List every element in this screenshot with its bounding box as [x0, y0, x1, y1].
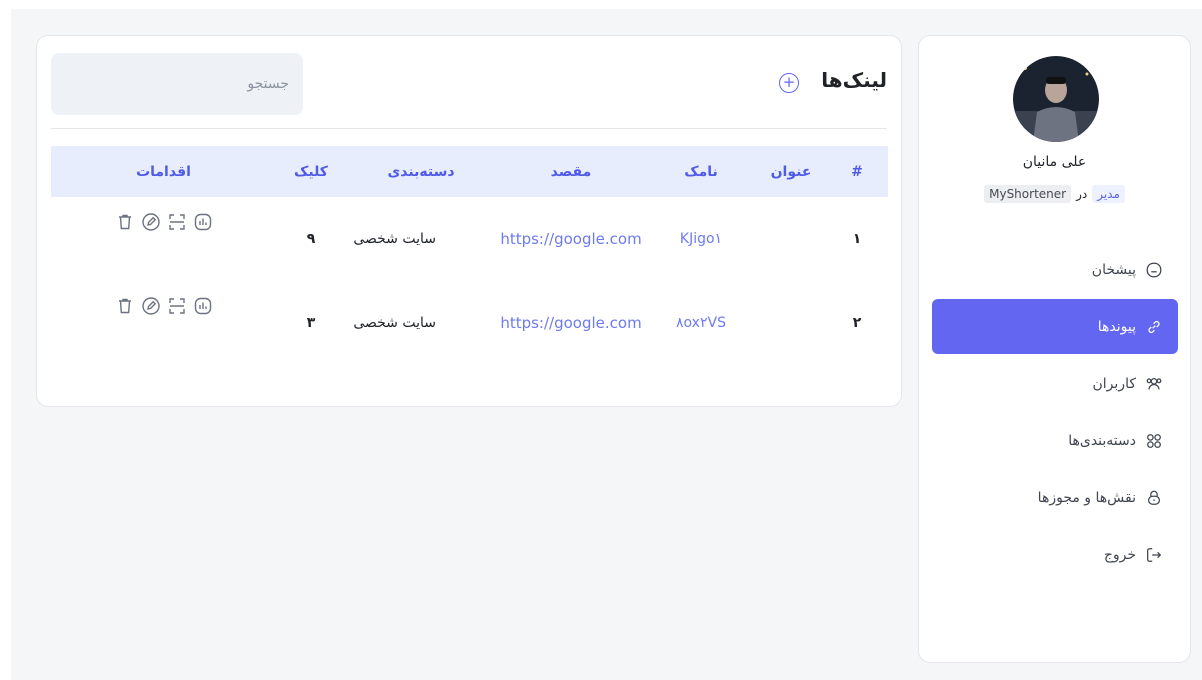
- role-badge: مدیر: [1092, 185, 1125, 203]
- avatar[interactable]: [1013, 56, 1099, 142]
- row-actions: [51, 281, 276, 365]
- logout-icon: [1144, 545, 1164, 565]
- table-header-row: # عنوان نامک مقصد دسته‌بندی کلیک اقدامات: [51, 146, 888, 197]
- col-header-category: دسته‌بندی: [387, 163, 455, 180]
- sidebar-item-links[interactable]: پیوندها: [932, 299, 1178, 354]
- home-icon: [1144, 260, 1164, 280]
- sidebar-item-roles[interactable]: نقش‌ها و مجوزها: [932, 470, 1178, 525]
- organization-badge: MyShortener: [984, 185, 1072, 203]
- links-card: + لینک‌ها # عنوان نامک مقصد دسته‌بندی کل…: [36, 35, 902, 407]
- row-clicks: ۹: [306, 231, 316, 247]
- sidebar-item-label: نقش‌ها و مجوزها: [1037, 489, 1136, 506]
- row-clicks: ۳: [306, 315, 316, 331]
- table-row: ۲ ۸ox۲VS https://google.com سایت شخصی ۳: [51, 281, 888, 365]
- row-destination[interactable]: https://google.com: [496, 197, 646, 281]
- sidebar-item-label: پیشخان: [1091, 261, 1136, 278]
- table-row: ۱ KJigo۱ https://google.com سایت شخصی ۹: [51, 197, 888, 281]
- edit-icon[interactable]: [140, 211, 162, 233]
- row-actions: [51, 197, 276, 281]
- user-name: علی مانیان: [1022, 154, 1087, 170]
- row-slug[interactable]: KJigo۱: [646, 197, 756, 281]
- col-header-number: #: [851, 163, 863, 180]
- search-input[interactable]: [51, 53, 303, 115]
- sidebar: علی مانیان مدیر در MyShortener پیشخان پی…: [918, 35, 1191, 663]
- sidebar-item-label: کاربران: [1092, 375, 1136, 392]
- row-title: [756, 197, 826, 281]
- lock-icon: [1144, 488, 1164, 508]
- page-title: لینک‌ها: [821, 68, 887, 92]
- delete-icon[interactable]: [114, 211, 136, 233]
- row-destination[interactable]: https://google.com: [496, 281, 646, 365]
- sidebar-item-categories[interactable]: دسته‌بندی‌ها: [932, 413, 1178, 468]
- edit-icon[interactable]: [140, 295, 162, 317]
- col-header-clicks: کلیک: [294, 163, 328, 180]
- row-category: سایت شخصی: [353, 315, 436, 331]
- sidebar-item-dashboard[interactable]: پیشخان: [932, 242, 1178, 297]
- col-header-destination: مقصد: [550, 163, 592, 180]
- row-slug[interactable]: ۸ox۲VS: [646, 281, 756, 365]
- stats-icon[interactable]: [192, 295, 214, 317]
- stats-icon[interactable]: [192, 211, 214, 233]
- row-number: ۲: [852, 315, 862, 331]
- row-number: ۱: [852, 231, 862, 247]
- col-header-title: عنوان: [770, 163, 812, 180]
- link-icon: [1144, 317, 1164, 337]
- delete-icon[interactable]: [114, 295, 136, 317]
- col-header-actions: اقدامات: [136, 163, 191, 180]
- plus-circle-icon[interactable]: +: [779, 73, 799, 93]
- links-table: # عنوان نامک مقصد دسته‌بندی کلیک اقدامات…: [51, 146, 888, 365]
- col-header-slug: نامک: [684, 163, 718, 180]
- sidebar-item-users[interactable]: کاربران: [932, 356, 1178, 411]
- categories-icon: [1144, 431, 1164, 451]
- sidebar-item-label: پیوندها: [1097, 318, 1136, 335]
- sidebar-item-label: دسته‌بندی‌ها: [1068, 432, 1136, 449]
- sidebar-nav: پیشخان پیوندها کاربران دسته‌بندی‌ها نقش‌…: [932, 242, 1178, 584]
- sidebar-item-label: خروج: [1103, 546, 1136, 563]
- qr-icon[interactable]: [166, 295, 188, 317]
- user-meta: مدیر در MyShortener: [919, 185, 1190, 203]
- row-title: [756, 281, 826, 365]
- preposition-text: در: [1076, 187, 1088, 201]
- divider: [51, 128, 887, 129]
- row-category: سایت شخصی: [353, 231, 436, 247]
- users-icon: [1144, 374, 1164, 394]
- sidebar-item-logout[interactable]: خروج: [932, 527, 1178, 582]
- qr-icon[interactable]: [166, 211, 188, 233]
